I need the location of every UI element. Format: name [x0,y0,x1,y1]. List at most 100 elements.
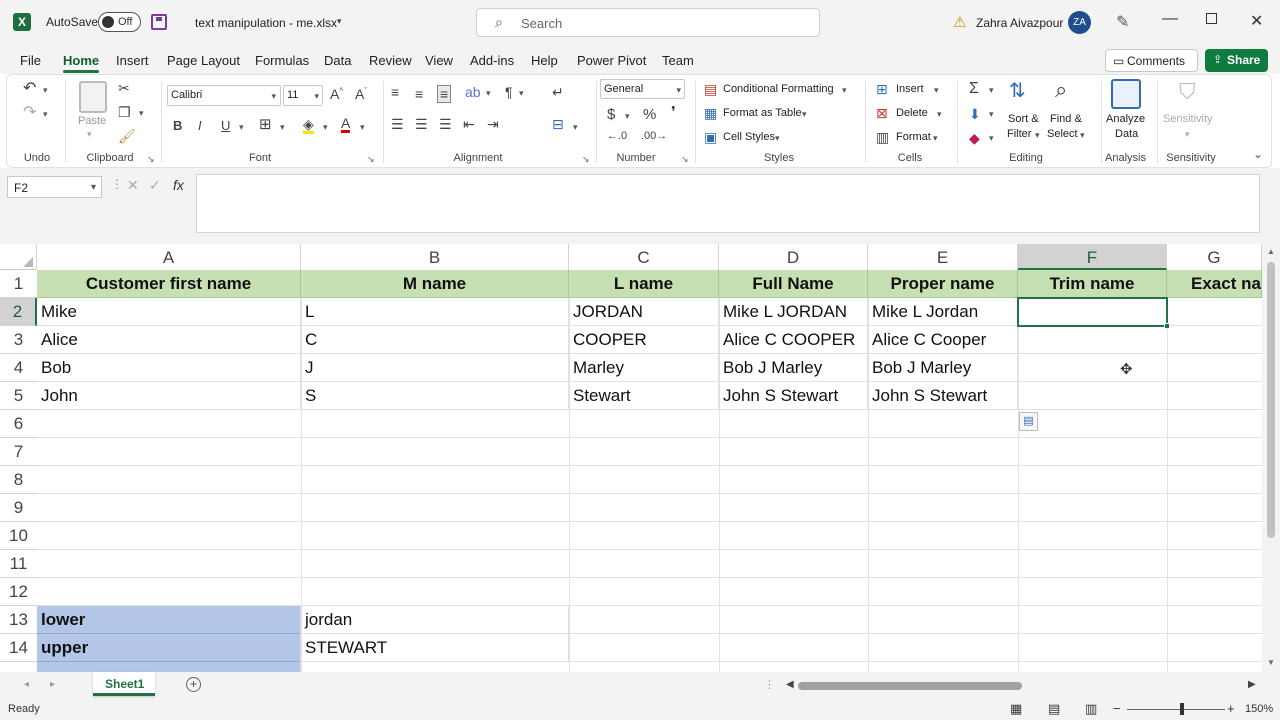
name-box[interactable]: F2 ▾ [7,176,102,198]
sort-filter-icon[interactable]: ⇅ [1009,81,1026,101]
find-select-label-2[interactable]: Select [1047,128,1078,140]
row-header-7[interactable]: 7 [0,438,37,466]
pen-icon[interactable]: ✎ [1116,12,1129,32]
close-icon[interactable]: ✕ [1250,11,1263,31]
scroll-left-icon[interactable]: ◀ [786,679,794,690]
scroll-right-icon[interactable]: ▶ [1248,679,1256,690]
comments-button[interactable]: ▭ Comments [1105,49,1198,72]
menu-add-ins[interactable]: Add-ins [470,53,514,68]
cell-b13[interactable]: jordan [301,606,569,634]
column-header-a[interactable]: A [37,244,301,270]
sort-filter-label-1[interactable]: Sort & [1008,113,1039,125]
borders-icon[interactable]: ⊞ [259,117,272,132]
chevron-down-icon[interactable]: ▾ [1185,129,1190,140]
menu-data[interactable]: Data [324,53,351,68]
cell-a14[interactable]: upper [37,634,301,662]
dialog-launcher-icon[interactable]: ↘ [681,154,689,165]
restore-icon[interactable] [1206,13,1217,24]
wrap-text-icon[interactable]: ↵ [552,85,564,99]
cell-b5[interactable]: S [301,382,569,410]
zoom-slider[interactable] [1127,709,1225,710]
formula-input[interactable] [196,174,1260,233]
clear-icon[interactable]: ◆ [969,131,980,145]
underline-icon[interactable]: U [221,119,230,132]
insert-cells-icon[interactable]: ⊞ [876,82,888,96]
cell-c1[interactable]: L name [569,270,719,298]
autosum-dropdown-icon[interactable]: ▾ [989,85,994,96]
zoom-slider-thumb[interactable] [1180,703,1184,715]
bold-icon[interactable]: B [173,119,182,132]
sensitivity-button[interactable]: Sensitivity [1163,113,1213,125]
font-name-select[interactable]: Calibri ▾ [167,85,281,106]
font-size-select[interactable]: 11 ▾ [283,85,323,106]
number-format-select[interactable]: General ▾ [600,79,685,99]
cell-a1[interactable]: Customer first name [37,270,301,298]
decrease-indent-icon[interactable]: ⇤ [463,117,475,131]
analyze-data-label-1[interactable]: Analyze [1106,113,1145,125]
cell-e4[interactable]: Bob J Marley [868,354,1018,382]
cell-b14[interactable]: STEWART [301,634,569,662]
align-bottom-icon[interactable]: ≡ [437,85,452,103]
fill-color-dropdown-icon[interactable]: ▾ [323,122,328,133]
increase-decimal-icon[interactable]: ←.0 [607,131,627,142]
row-header-10[interactable]: 10 [0,522,37,550]
column-header-g[interactable]: G [1167,244,1262,270]
row-header-5[interactable]: 5 [0,382,37,410]
row-header-8[interactable]: 8 [0,466,37,494]
underline-dropdown-icon[interactable]: ▾ [239,122,244,133]
menu-formulas[interactable]: Formulas [255,53,309,68]
insert-function-icon[interactable]: fx [173,177,184,193]
dialog-launcher-icon[interactable]: ↘ [147,154,155,165]
cell-d3[interactable]: Alice C COOPER [719,326,868,354]
redo-dropdown-icon[interactable]: ▾ [43,109,48,120]
fill-color-icon[interactable]: ◈ [303,117,314,134]
chevron-down-icon[interactable]: ▾ [934,85,939,96]
currency-icon[interactable]: $ [607,107,615,122]
borders-dropdown-icon[interactable]: ▾ [280,122,285,133]
comma-icon[interactable]: ❜ [671,105,676,120]
analyze-data-label-2[interactable]: Data [1115,128,1138,140]
paste-dropdown-icon[interactable]: ▾ [87,129,92,140]
menu-file[interactable]: File [20,53,41,68]
row-header-11[interactable]: 11 [0,550,37,578]
decrease-decimal-icon[interactable]: .00→ [641,131,667,142]
scroll-up-icon[interactable]: ▲ [1267,247,1275,256]
conditional-formatting-button[interactable]: Conditional Formatting [723,83,834,95]
cell-c2[interactable]: JORDAN [569,298,719,326]
cut-icon[interactable]: ✂ [118,81,130,95]
format-cells-icon[interactable]: ▥ [876,130,889,144]
cell-d5[interactable]: John S Stewart [719,382,868,410]
menu-review[interactable]: Review [369,53,412,68]
tab-scroll-right-icon[interactable]: ▸ [50,679,55,690]
row-header-1[interactable]: 1 [0,270,37,298]
format-painter-icon[interactable]: 🖌 [118,129,136,143]
minimize-icon[interactable]: — [1162,10,1178,28]
redo-icon[interactable]: ↷ [23,105,36,121]
cancel-icon[interactable]: ✕ [127,177,139,194]
cell-d4[interactable]: Bob J Marley [719,354,868,382]
chevron-down-icon[interactable]: ▾ [775,133,780,144]
cell-f1[interactable]: Trim name [1018,270,1167,298]
cell-a4[interactable]: Bob [37,354,301,382]
rtl-dropdown-icon[interactable]: ▾ [519,88,524,99]
normal-view-icon[interactable]: ▦ [1010,701,1022,717]
align-middle-icon[interactable]: ≡ [415,87,423,101]
cell-c5[interactable]: Stewart [569,382,719,410]
rtl-icon[interactable]: ¶ [505,85,513,99]
cell-c4[interactable]: Marley [569,354,719,382]
increase-indent-icon[interactable]: ⇥ [487,117,499,131]
autosum-icon[interactable]: Σ [969,81,979,97]
orientation-dropdown-icon[interactable]: ▾ [486,88,491,99]
undo-icon[interactable]: ↶ [23,81,36,97]
vertical-scrollbar[interactable]: ▲ ▼ [1262,244,1280,672]
cell-e5[interactable]: John S Stewart [868,382,1018,410]
row-header-14[interactable]: 14 [0,634,37,662]
chevron-down-icon[interactable]: ▾ [1080,130,1085,141]
chevron-down-icon[interactable]: ▾ [842,85,847,96]
menu-home[interactable]: Home [63,53,99,68]
column-header-e[interactable]: E [868,244,1018,270]
menu-view[interactable]: View [425,53,453,68]
fill-handle[interactable] [1164,323,1170,329]
format-as-table-button[interactable]: Format as Table [723,107,802,119]
cell-a13[interactable]: lower [37,606,301,634]
